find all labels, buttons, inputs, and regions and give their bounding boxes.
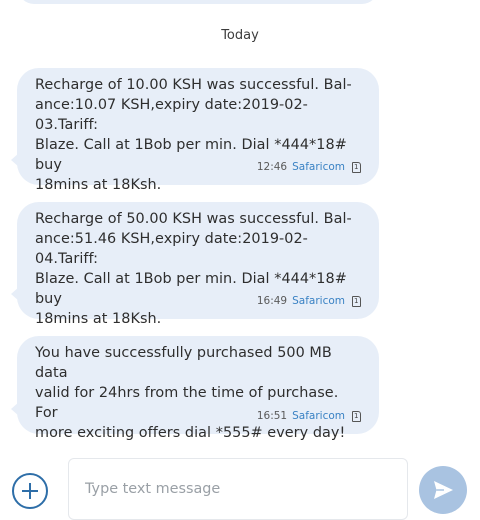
plus-icon	[22, 483, 38, 499]
message-meta: 12:46 Safaricom 1	[257, 161, 361, 173]
sim-card-icon: 1	[352, 161, 361, 173]
date-separator: Today	[221, 28, 259, 43]
message-bubble[interactable]: Recharge of 10.00 KSH was successful. Ba…	[11, 68, 379, 193]
message-input-box[interactable]	[68, 458, 408, 520]
message-text: Recharge of 50.00 KSH was successful. Ba…	[35, 211, 352, 327]
message-time: 16:49	[256, 295, 288, 307]
message-meta: 16:51 Safaricom 1	[257, 410, 361, 422]
previous-message-bubble[interactable]	[18, 0, 378, 4]
message-sender: Safaricom	[292, 161, 345, 173]
add-attachment-button[interactable]	[12, 473, 48, 509]
message-meta: 16:49 Safaricom 1	[257, 295, 361, 307]
send-button[interactable]	[419, 466, 467, 514]
message-input[interactable]	[85, 481, 385, 497]
sim-card-icon: 1	[352, 295, 361, 307]
message-bubble[interactable]: Recharge of 50.00 KSH was successful. Ba…	[11, 202, 379, 327]
sim-card-label: 1	[354, 296, 359, 305]
message-sender: Safaricom	[292, 295, 345, 307]
sim-card-label: 1	[354, 411, 359, 420]
message-text: You have successfully purchased 500 MB d…	[35, 345, 346, 441]
message-time: 12:46	[256, 161, 288, 173]
compose-bar	[0, 450, 480, 520]
message-bubble[interactable]: You have successfully purchased 500 MB d…	[11, 336, 379, 441]
message-text: Recharge of 10.00 KSH was successful. Ba…	[35, 77, 352, 193]
sim-card-label: 1	[354, 162, 359, 171]
send-icon	[434, 481, 453, 499]
message-time: 16:51	[256, 410, 288, 422]
sim-card-icon: 1	[352, 410, 361, 422]
message-sender: Safaricom	[292, 410, 345, 422]
